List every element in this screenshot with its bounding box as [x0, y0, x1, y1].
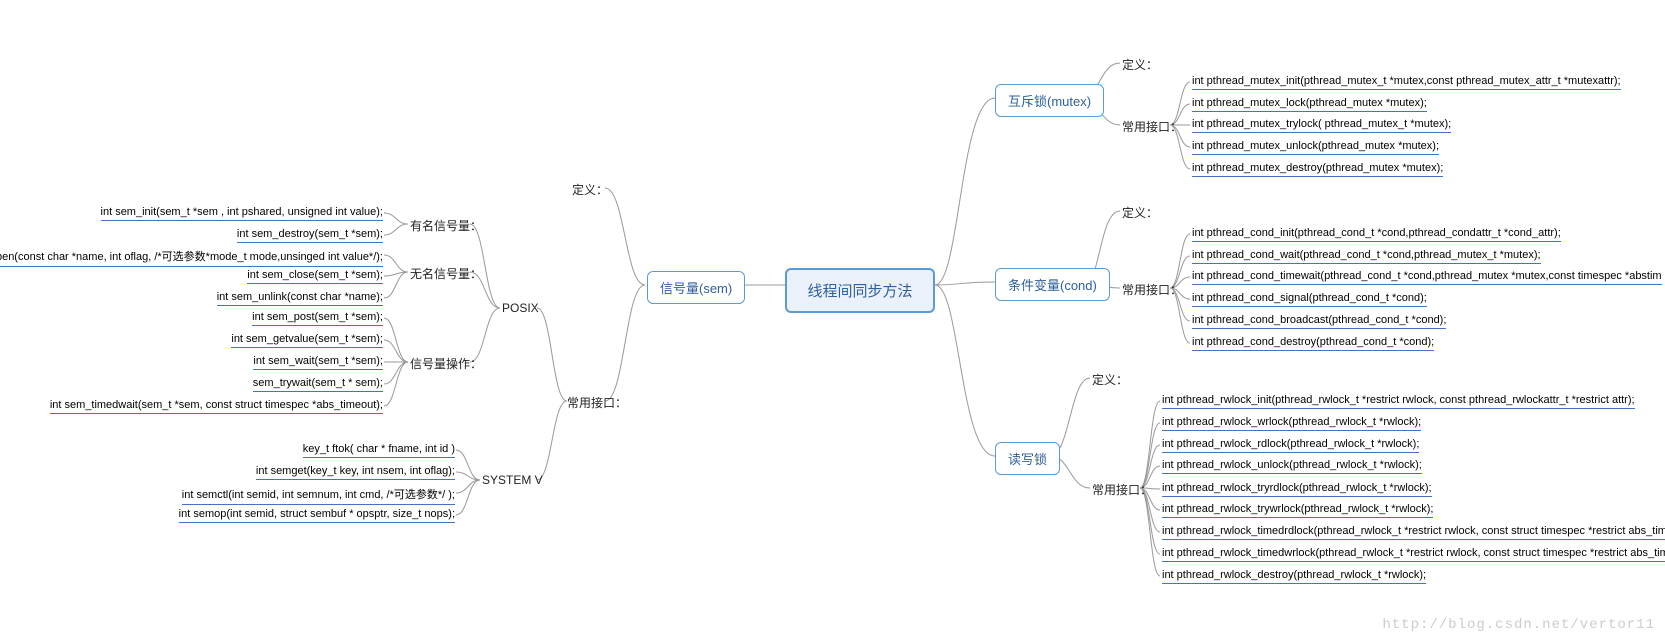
node-sem[interactable]: 信号量(sem): [647, 271, 745, 304]
ops-fn-3: sem_trywait(sem_t * sem);: [253, 377, 383, 392]
rwlock-iface: 常用接口：: [1092, 481, 1152, 498]
unnamed-fn-1: int sem_close(sem_t *sem);: [247, 269, 383, 284]
node-rwlock[interactable]: 读写锁: [995, 442, 1060, 475]
sysv-fn-3: int semop(int semid, struct sembuf * ops…: [179, 508, 455, 523]
cond-fn-4: int pthread_cond_broadcast(pthread_cond_…: [1192, 314, 1446, 329]
sysv-fn-0: key_t ftok( char * fname, int id ): [303, 443, 455, 458]
named: 有名信号量：: [410, 217, 482, 234]
rwlock-fn-3: int pthread_rwlock_unlock(pthread_rwlock…: [1162, 459, 1422, 474]
cond-fn-3: int pthread_cond_signal(pthread_cond_t *…: [1192, 292, 1427, 307]
mutex-fn-3: int pthread_mutex_unlock(pthread_mutex *…: [1192, 140, 1439, 155]
rwlock-fn-6: int pthread_rwlock_timedrdlock(pthread_r…: [1162, 525, 1665, 540]
rwlock-def: 定义：: [1092, 371, 1128, 388]
sem-iface: 常用接口：: [567, 394, 627, 411]
sem-def: 定义：: [572, 181, 608, 198]
ops-fn-4: int sem_timedwait(sem_t *sem, const stru…: [50, 399, 383, 414]
cond-iface: 常用接口：: [1122, 281, 1182, 298]
node-cond[interactable]: 条件变量(cond): [995, 268, 1110, 301]
mutex-fn-4: int pthread_mutex_destroy(pthread_mutex …: [1192, 162, 1443, 177]
mutex-fn-1: int pthread_mutex_lock(pthread_mutex *mu…: [1192, 97, 1427, 112]
named-fn-0: int sem_init(sem_t *sem , int pshared, u…: [101, 206, 383, 221]
cond-fn-1: int pthread_cond_wait(pthread_cond_t *co…: [1192, 249, 1541, 264]
cond-fn-2: int pthread_cond_timewait(pthread_cond_t…: [1192, 270, 1662, 285]
rwlock-fn-7: int pthread_rwlock_timedwrlock(pthread_r…: [1162, 547, 1665, 562]
unnamed: 无名信号量：: [410, 265, 482, 282]
sysv-fn-2: int semctl(int semid, int semnum, int cm…: [182, 486, 455, 505]
unnamed-fn-2: int sem_unlink(const char *name);: [217, 291, 383, 306]
sysv: SYSTEM V: [482, 473, 543, 487]
mutex-fn-2: int pthread_mutex_trylock( pthread_mutex…: [1192, 118, 1451, 133]
rwlock-fn-0: int pthread_rwlock_init(pthread_rwlock_t…: [1162, 394, 1635, 409]
mutex-fn-0: int pthread_mutex_init(pthread_mutex_t *…: [1192, 75, 1621, 90]
root-node[interactable]: 线程间同步方法: [785, 268, 935, 313]
unnamed-fn-0: sem_t *sem sem_open(const char *name, in…: [0, 248, 383, 267]
mutex-iface: 常用接口：: [1122, 118, 1182, 135]
rwlock-fn-2: int pthread_rwlock_rdlock(pthread_rwlock…: [1162, 438, 1419, 453]
cond-fn-5: int pthread_cond_destroy(pthread_cond_t …: [1192, 336, 1434, 351]
ops-fn-0: int sem_post(sem_t *sem);: [252, 311, 383, 326]
watermark: http://blog.csdn.net/vertor11: [1382, 617, 1655, 633]
cond-fn-0: int pthread_cond_init(pthread_cond_t *co…: [1192, 227, 1561, 242]
rwlock-fn-1: int pthread_rwlock_wrlock(pthread_rwlock…: [1162, 416, 1421, 431]
rwlock-fn-5: int pthread_rwlock_trywrlock(pthread_rwl…: [1162, 503, 1433, 518]
cond-def: 定义：: [1122, 204, 1158, 221]
rwlock-fn-4: int pthread_rwlock_tryrdlock(pthread_rwl…: [1162, 482, 1432, 497]
ops-fn-1: int sem_getvalue(sem_t *sem);: [231, 333, 383, 348]
sysv-fn-1: int semget(key_t key, int nsem, int ofla…: [256, 465, 455, 480]
named-fn-1: int sem_destroy(sem_t *sem);: [237, 228, 383, 243]
ops-fn-2: int sem_wait(sem_t *sem);: [253, 355, 383, 370]
node-mutex[interactable]: 互斥锁(mutex): [995, 84, 1104, 117]
mutex-def: 定义：: [1122, 56, 1158, 73]
posix: POSIX: [502, 301, 539, 315]
rwlock-fn-8: int pthread_rwlock_destroy(pthread_rwloc…: [1162, 569, 1426, 584]
ops: 信号量操作：: [410, 355, 482, 372]
